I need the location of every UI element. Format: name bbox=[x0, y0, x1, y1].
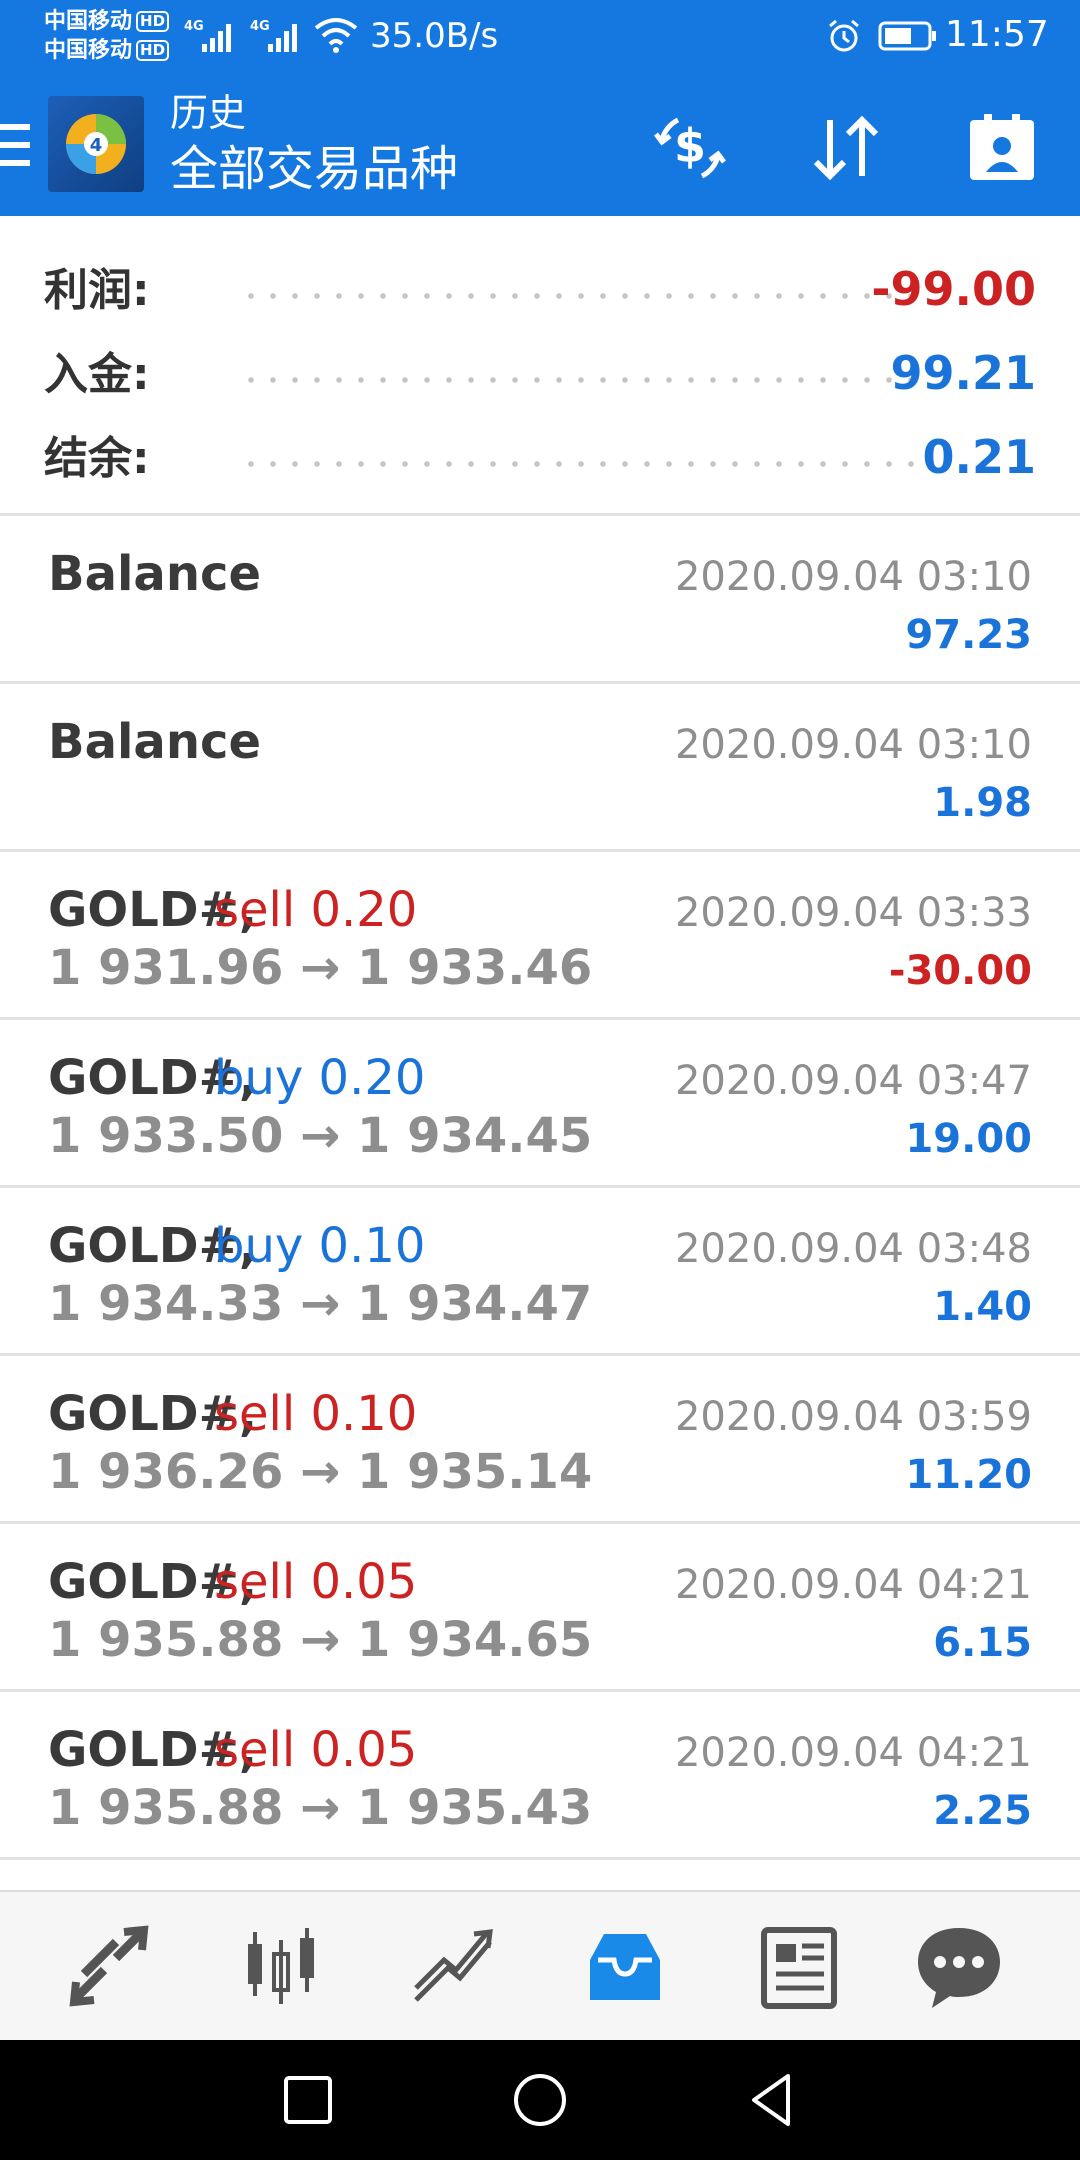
signal-icon: 4G bbox=[184, 19, 231, 52]
deal-profit: -30.00 bbox=[888, 948, 1032, 994]
bottom-navigation bbox=[0, 1890, 1080, 2040]
deal-type: sell 0.10 bbox=[214, 1386, 418, 1442]
profit-label: 利润: bbox=[44, 265, 150, 316]
profit-value: -99.00 bbox=[871, 262, 1036, 316]
dotted-leader bbox=[240, 460, 920, 468]
deal-row[interactable]: Balance 2020.09.04 03:10 1.98 bbox=[0, 684, 1080, 852]
deal-row[interactable]: GOLD#, sell 0.05 1 935.88 → 1 935.43 202… bbox=[0, 1692, 1080, 1860]
net-type-label-1: 4G bbox=[184, 19, 204, 34]
deal-time: 2020.09.04 04:21 bbox=[674, 1562, 1032, 1608]
summary-panel: 利润: -99.00 入金: 99.21 结余: 0.21 bbox=[0, 216, 1080, 516]
net-speed: 35.0B/s bbox=[370, 16, 499, 56]
carrier-1: 中国移动 bbox=[44, 9, 133, 34]
wifi-icon bbox=[314, 18, 358, 53]
deal-time: 2020.09.04 03:10 bbox=[674, 554, 1032, 600]
carrier-2: 中国移动 bbox=[44, 38, 133, 63]
deal-profit: 97.23 bbox=[905, 612, 1032, 658]
deal-symbol: Balance bbox=[48, 714, 261, 770]
deal-profit: 19.00 bbox=[905, 1116, 1032, 1162]
quotes-icon[interactable] bbox=[54, 1912, 164, 2022]
status-bar: 中国移动 HD 中国移动 HD 4G 4G 35.0B/s 11:57 bbox=[0, 0, 1080, 72]
deal-type: buy 0.20 bbox=[214, 1050, 426, 1106]
svg-text:$: $ bbox=[674, 119, 706, 173]
net-type-label-2: 4G bbox=[250, 19, 270, 34]
chat-icon[interactable] bbox=[904, 1912, 1014, 2022]
balance-value: 0.21 bbox=[922, 430, 1037, 484]
screen-title: 历史 bbox=[170, 91, 247, 135]
hd-badge-1: HD bbox=[136, 11, 170, 32]
deals-list: Balance 2020.09.04 03:10 97.23 Balance 2… bbox=[0, 516, 1080, 1860]
deal-profit: 1.98 bbox=[933, 780, 1032, 826]
deal-symbol: Balance bbox=[48, 546, 261, 602]
deal-profit: 2.25 bbox=[933, 1788, 1032, 1834]
deal-time: 2020.09.04 03:10 bbox=[674, 722, 1032, 768]
summary-profit-row: 利润: -99.00 bbox=[0, 248, 1080, 332]
balance-label: 结余: bbox=[44, 433, 150, 484]
chart-icon[interactable] bbox=[226, 1912, 336, 2022]
deal-row[interactable]: GOLD#, sell 0.20 1 931.96 → 1 933.46 202… bbox=[0, 852, 1080, 1020]
deal-profit: 1.40 bbox=[933, 1284, 1032, 1330]
deposit-value: 99.21 bbox=[890, 346, 1036, 400]
deal-prices: 1 935.88 → 1 935.43 bbox=[48, 1780, 593, 1836]
summary-deposit-row: 入金: 99.21 bbox=[0, 332, 1080, 416]
dotted-leader bbox=[240, 292, 920, 300]
account-icon[interactable] bbox=[960, 106, 1044, 190]
alarm-icon bbox=[829, 19, 859, 52]
signal-icon-2: 4G bbox=[250, 19, 297, 52]
system-navigation-bar bbox=[0, 2040, 1080, 2160]
deal-row[interactable]: GOLD#, sell 0.05 1 935.88 → 1 934.65 202… bbox=[0, 1524, 1080, 1692]
symbol-filter[interactable]: 全部交易品种 bbox=[170, 140, 458, 198]
top-bar: 中国移动 HD 中国移动 HD 4G 4G 35.0B/s 11:57 4 历史… bbox=[0, 0, 1080, 216]
deal-type: sell 0.20 bbox=[214, 882, 418, 938]
deal-row[interactable]: GOLD#, sell 0.10 1 936.26 → 1 935.14 202… bbox=[0, 1356, 1080, 1524]
news-icon[interactable] bbox=[744, 1912, 854, 2022]
app-bar: 4 历史 全部交易品种 $ bbox=[0, 88, 1080, 216]
deal-type: buy 0.10 bbox=[214, 1218, 426, 1274]
battery-icon bbox=[878, 21, 936, 51]
deal-time: 2020.09.04 03:47 bbox=[674, 1058, 1032, 1104]
svg-text:4: 4 bbox=[90, 135, 103, 156]
deal-profit: 6.15 bbox=[933, 1620, 1032, 1666]
summary-balance-row: 结余: 0.21 bbox=[0, 416, 1080, 500]
deal-row[interactable]: GOLD#, buy 0.20 1 933.50 → 1 934.45 2020… bbox=[0, 1020, 1080, 1188]
deal-prices: 1 931.96 → 1 933.46 bbox=[48, 940, 593, 996]
sort-icon[interactable] bbox=[804, 106, 888, 190]
hd-badge-2: HD bbox=[136, 40, 170, 61]
deal-prices: 1 936.26 → 1 935.14 bbox=[48, 1444, 593, 1500]
history-icon[interactable] bbox=[570, 1912, 680, 2022]
deal-prices: 1 934.33 → 1 934.47 bbox=[48, 1276, 593, 1332]
deal-time: 2020.09.04 04:21 bbox=[674, 1730, 1032, 1776]
menu-icon[interactable] bbox=[0, 124, 30, 174]
deal-prices: 1 935.88 → 1 934.65 bbox=[48, 1612, 593, 1668]
metatrader-logo: 4 bbox=[48, 96, 144, 192]
deposit-label: 入金: bbox=[44, 349, 150, 400]
deal-profit: 11.20 bbox=[905, 1452, 1032, 1498]
deal-type: sell 0.05 bbox=[214, 1554, 418, 1610]
deal-row[interactable]: Balance 2020.09.04 03:10 97.23 bbox=[0, 516, 1080, 684]
home-icon[interactable] bbox=[508, 2068, 572, 2132]
clock: 11:57 bbox=[945, 14, 1049, 55]
deal-time: 2020.09.04 03:59 bbox=[674, 1394, 1032, 1440]
back-icon[interactable] bbox=[740, 2068, 804, 2132]
dotted-leader bbox=[240, 376, 920, 384]
carrier-info: 中国移动 HD 中国移动 HD bbox=[44, 7, 170, 65]
deal-prices: 1 933.50 → 1 934.45 bbox=[48, 1108, 593, 1164]
currency-exchange-icon[interactable]: $ bbox=[648, 106, 732, 190]
trade-icon[interactable] bbox=[398, 1912, 508, 2022]
deal-time: 2020.09.04 03:48 bbox=[674, 1226, 1032, 1272]
deal-type: sell 0.05 bbox=[214, 1722, 418, 1778]
recent-apps-icon[interactable] bbox=[276, 2068, 340, 2132]
deal-row[interactable]: GOLD#, buy 0.10 1 934.33 → 1 934.47 2020… bbox=[0, 1188, 1080, 1356]
deal-time: 2020.09.04 03:33 bbox=[674, 890, 1032, 936]
